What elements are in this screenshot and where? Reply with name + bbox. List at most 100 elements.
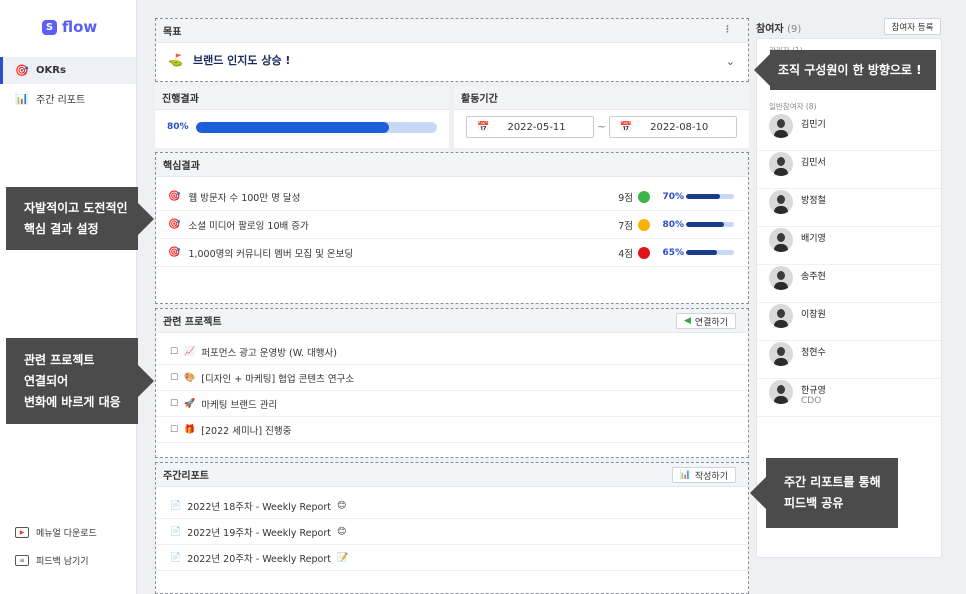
progress-header-label: 진행결과 xyxy=(162,94,199,105)
weekly-report-item[interactable]: 📄 2022년 19주차 - Weekly Report 😊 xyxy=(156,519,748,545)
report-icon: 📊 xyxy=(15,92,29,105)
avatar xyxy=(769,342,793,366)
avatar xyxy=(769,114,793,138)
participant-item[interactable]: 김민서 xyxy=(757,152,941,189)
progress-bar xyxy=(195,121,437,133)
write-button-label: 작성하기 xyxy=(694,471,728,482)
participant-info: 정현수 xyxy=(801,342,826,358)
participant-item[interactable]: 한규영 CDO xyxy=(757,380,941,417)
connect-button-label: 연결하기 xyxy=(694,317,728,328)
project-emoji-icon: 🚀 xyxy=(184,398,196,409)
key-result-progress-fill xyxy=(686,250,718,255)
key-result-row[interactable]: 🎯 1,000명의 커뮤니티 멤버 모집 및 온보딩 4점 65% xyxy=(156,239,748,267)
nav-item-weekly-report[interactable]: 📊 주간 리포트 xyxy=(0,85,136,112)
participant-name: 방정철 xyxy=(801,196,826,206)
target-icon: 🎯 xyxy=(168,219,181,230)
participant-info: 이창원 xyxy=(801,304,826,320)
weekly-report-list: 📄 2022년 18주차 - Weekly Report 😊 📄 2022년 19주차 … xyxy=(156,493,748,571)
end-date-value: 2022-08-10 xyxy=(650,121,709,133)
weekly-report-header-label: 주간리포트 xyxy=(163,471,209,482)
participant-name: 김민기 xyxy=(801,120,826,130)
flow-logo-icon: S xyxy=(42,19,57,35)
participant-item[interactable]: 이창원 xyxy=(757,304,941,341)
key-result-percent: 70% xyxy=(662,191,684,202)
callout-weekly-report: 주간 리포트를 통해 피드백 공유 xyxy=(750,458,898,528)
write-button[interactable]: 📊 작성하기 xyxy=(671,467,736,483)
participant-name: 송주현 xyxy=(801,272,826,282)
nav-item-okrs[interactable]: 🎯 OKRs xyxy=(0,57,136,84)
weekly-report-item[interactable]: 📄 2022년 18주차 - Weekly Report 😊 xyxy=(156,493,748,519)
callout-text: 주간 리포트를 통해 xyxy=(784,475,881,489)
participant-info: 김민기 xyxy=(801,114,826,130)
projects-panel: 관련 프로젝트 ◀ 연결하기 ☐ 📈 퍼포먼스 광고 운영방 (W. 대행사) ☐ 🎨 [… xyxy=(155,308,749,458)
target-icon: 🎯 xyxy=(168,191,181,202)
key-results-header-label: 핵심결과 xyxy=(163,161,200,172)
key-result-score: 4점 xyxy=(618,246,650,260)
key-result-row[interactable]: 🎯 웹 방문자 수 100만 명 달성 9점 70% xyxy=(156,183,748,211)
avatar xyxy=(769,190,793,214)
date-row: 📅 2022-05-11 ~ 📅 2022-08-10 xyxy=(454,110,749,144)
key-results-panel: 핵심결과 🎯 웹 방문자 수 100만 명 달성 9점 70% 🎯 소셜 미디어 팔로잉 … xyxy=(155,152,749,304)
project-emoji-icon: 🎨 xyxy=(184,372,196,383)
participant-info: 배기영 xyxy=(801,228,826,244)
date-separator: ~ xyxy=(597,121,606,133)
project-folder-icon: ☐ xyxy=(170,372,179,383)
participant-item[interactable]: 방정철 xyxy=(757,190,941,227)
connect-button[interactable]: ◀ 연결하기 xyxy=(675,313,736,329)
key-results-header: 핵심결과 xyxy=(156,153,748,177)
participant-item[interactable]: 송주현 xyxy=(757,266,941,303)
report-file-icon: 📄 xyxy=(170,500,182,511)
goal-header-label: 목표 xyxy=(163,27,182,38)
video-icon: ▶ xyxy=(15,527,29,538)
participant-name: 정현수 xyxy=(801,348,826,358)
key-result-title: 1,000명의 커뮤니티 멤버 모집 및 온보딩 xyxy=(188,248,354,260)
start-date-value: 2022-05-11 xyxy=(507,121,566,133)
participant-item[interactable]: 김민기 xyxy=(757,114,941,151)
report-file-icon: 📄 xyxy=(170,526,182,537)
avatar xyxy=(769,266,793,290)
start-date-field[interactable]: 📅 2022-05-11 xyxy=(466,116,595,138)
goal-row[interactable]: ⛳ 브랜드 인지도 상승 ! xyxy=(156,43,748,77)
progress-row: 80% xyxy=(155,110,449,144)
manual-download-link[interactable]: ▶ 메뉴얼 다운로드 xyxy=(15,526,97,539)
period-panel: 활동기간 📅 2022-05-11 ~ 📅 2022-08-10 xyxy=(454,86,749,148)
key-result-progress-bar xyxy=(686,250,734,255)
period-header-label: 활동기간 xyxy=(461,94,498,105)
callout-direction-text: 조직 구성원이 한 방향으로 ! xyxy=(778,62,922,77)
weekly-report-emoji-icon: 😊 xyxy=(337,526,347,537)
participant-info: 김민서 xyxy=(801,152,826,168)
progress-header: 진행결과 xyxy=(155,86,449,110)
logo[interactable]: S flow xyxy=(42,18,97,36)
callout-text: 자발적이고 도전적인 xyxy=(24,200,128,215)
report-file-icon: 📄 xyxy=(170,552,182,563)
chevron-down-icon[interactable]: ⌄ xyxy=(726,55,735,68)
weekly-report-item[interactable]: 📄 2022년 20주차 - Weekly Report 📝 xyxy=(156,545,748,571)
weekly-report-panel: 주간리포트 📊 작성하기 📄 2022년 18주차 - Weekly Report… xyxy=(155,462,749,594)
weekly-report-title: 2022년 18주차 - Weekly Report xyxy=(187,501,331,513)
project-item[interactable]: ☐ 📈 퍼포먼스 광고 운영방 (W. 대행사) xyxy=(156,339,748,365)
participant-item[interactable]: 배기영 xyxy=(757,228,941,265)
add-participant-button[interactable]: 참여자 등록 xyxy=(884,18,941,35)
project-item[interactable]: ☐ 🎁 [2022 세미나] 진행중 xyxy=(156,417,748,443)
end-date-field[interactable]: 📅 2022-08-10 xyxy=(608,116,737,138)
feedback-link[interactable]: ≡ 피드백 남기기 xyxy=(15,554,89,567)
more-icon[interactable]: ⋮ xyxy=(723,25,732,35)
project-item[interactable]: ☐ 🎨 [디자인 + 마케팅] 협업 콘텐츠 연구소 xyxy=(156,365,748,391)
projects-header: 관련 프로젝트 ◀ 연결하기 xyxy=(156,309,748,333)
score-value: 7점 xyxy=(618,220,633,232)
project-title: 퍼포먼스 광고 운영방 (W. 대행사) xyxy=(201,347,337,359)
avatar xyxy=(769,380,793,404)
participant-item[interactable]: 정현수 xyxy=(757,342,941,379)
avatar xyxy=(769,228,793,252)
key-result-row[interactable]: 🎯 소셜 미디어 팔로잉 10배 증가 7점 80% xyxy=(156,211,748,239)
project-folder-icon: ☐ xyxy=(170,424,179,435)
key-result-percent: 65% xyxy=(662,247,684,258)
key-result-progress-bar xyxy=(686,194,734,199)
status-dot xyxy=(638,218,650,231)
feedback-icon: ≡ xyxy=(15,555,29,566)
avatar xyxy=(769,152,793,176)
key-result-score: 7점 xyxy=(618,218,650,232)
callout-text: 변화에 바르게 대응 xyxy=(24,394,121,409)
participants-count: (9) xyxy=(787,24,802,35)
project-item[interactable]: ☐ 🚀 마케팅 브랜드 관리 xyxy=(156,391,748,417)
